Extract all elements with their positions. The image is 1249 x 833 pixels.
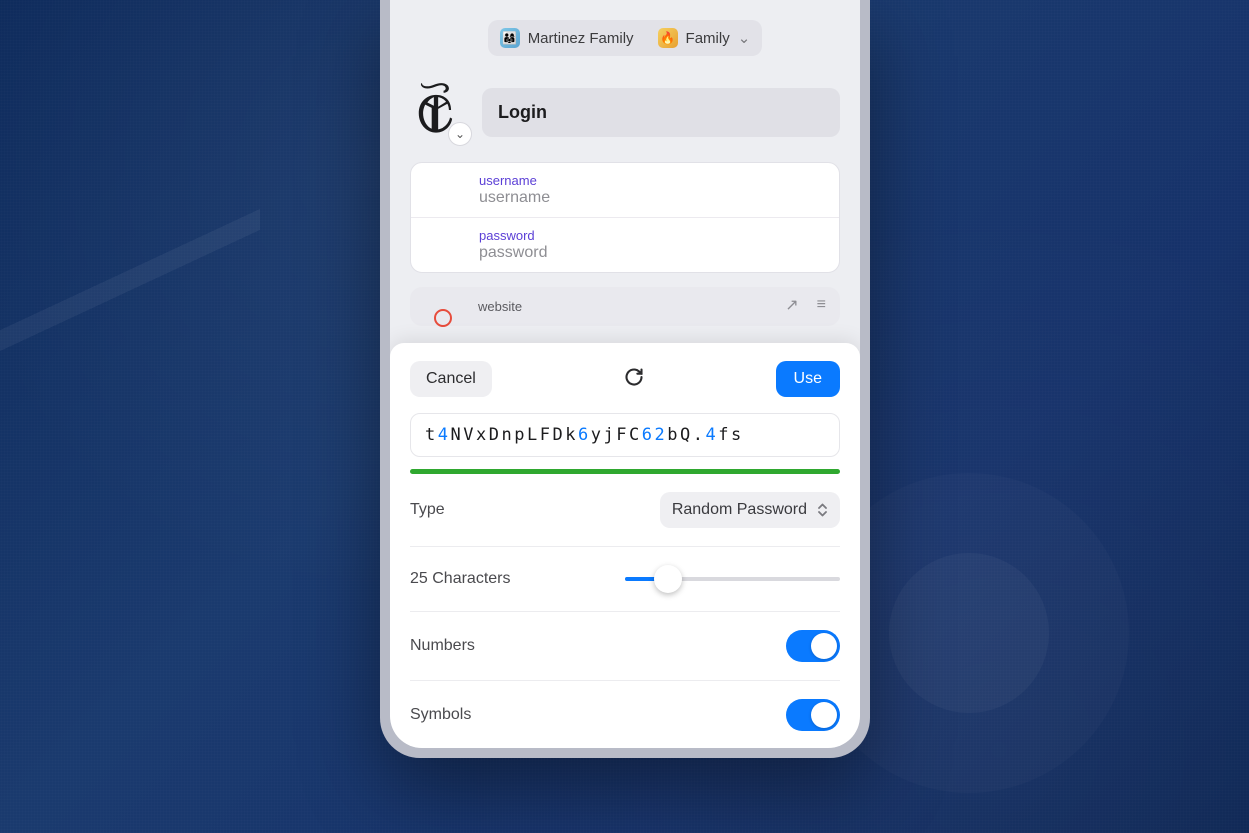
item-title-text: Login [498,102,547,122]
credentials-card: username username password password [410,162,840,273]
username-placeholder: username [479,189,823,207]
username-field[interactable]: username username [411,163,839,218]
vault-group-label: Martinez Family [528,30,634,47]
website-label: website [478,299,824,314]
type-value: Random Password [672,501,807,519]
symbols-label: Symbols [410,706,471,724]
updown-icon [817,502,828,518]
length-slider[interactable] [625,565,840,593]
use-button[interactable]: Use [776,361,840,397]
cancel-label: Cancel [426,370,476,387]
shared-vault-icon: 🔥 [658,28,678,48]
password-field[interactable]: password password [411,218,839,272]
more-icon[interactable]: ≡ [817,296,826,314]
website-field[interactable]: website ↗ ≡ [410,287,840,326]
password-placeholder: password [479,244,823,262]
numbers-toggle[interactable] [786,630,840,662]
password-label: password [479,228,823,243]
username-label: username [479,173,823,188]
generated-password-display[interactable]: t4NVxDnpLFDk6yjFC62bQ.4fs [410,413,840,457]
vault-group-pill[interactable]: 👨‍👩‍👧 Martinez Family [488,20,646,56]
symbols-toggle[interactable] [786,699,840,731]
password-generator-sheet: Cancel Use t4NVxDnpLFDk6yjFC62bQ.4fs Typ… [390,343,860,748]
vault-selector: 👨‍👩‍👧 Martinez Family 🔥 Family ⌄ [390,20,860,56]
vault-shared-label: Family [686,30,730,47]
regenerate-button[interactable] [624,367,644,392]
type-label: Type [410,501,445,519]
numbers-label: Numbers [410,637,475,655]
item-title-input[interactable]: Login [482,88,840,137]
app-screen: 👨‍👩‍👧 Martinez Family 🔥 Family ⌄ ⌄ Login [390,0,860,748]
phone-frame: 👨‍👩‍👧 Martinez Family 🔥 Family ⌄ ⌄ Login [380,0,870,758]
refresh-icon [624,367,644,387]
cancel-button[interactable]: Cancel [410,361,492,397]
open-link-icon[interactable]: ↗ [785,295,798,315]
chevron-down-icon: ⌄ [738,29,751,47]
remove-icon[interactable] [434,309,452,327]
site-icon-picker[interactable]: ⌄ [448,122,472,146]
use-label: Use [794,370,822,387]
slider-thumb[interactable] [654,565,682,593]
family-group-icon: 👨‍👩‍👧 [500,28,520,48]
chevron-down-icon: ⌄ [455,127,465,141]
password-type-select[interactable]: Random Password [660,492,840,528]
length-label: 25 Characters [410,570,511,588]
vault-shared-pill[interactable]: 🔥 Family ⌄ [646,20,763,56]
